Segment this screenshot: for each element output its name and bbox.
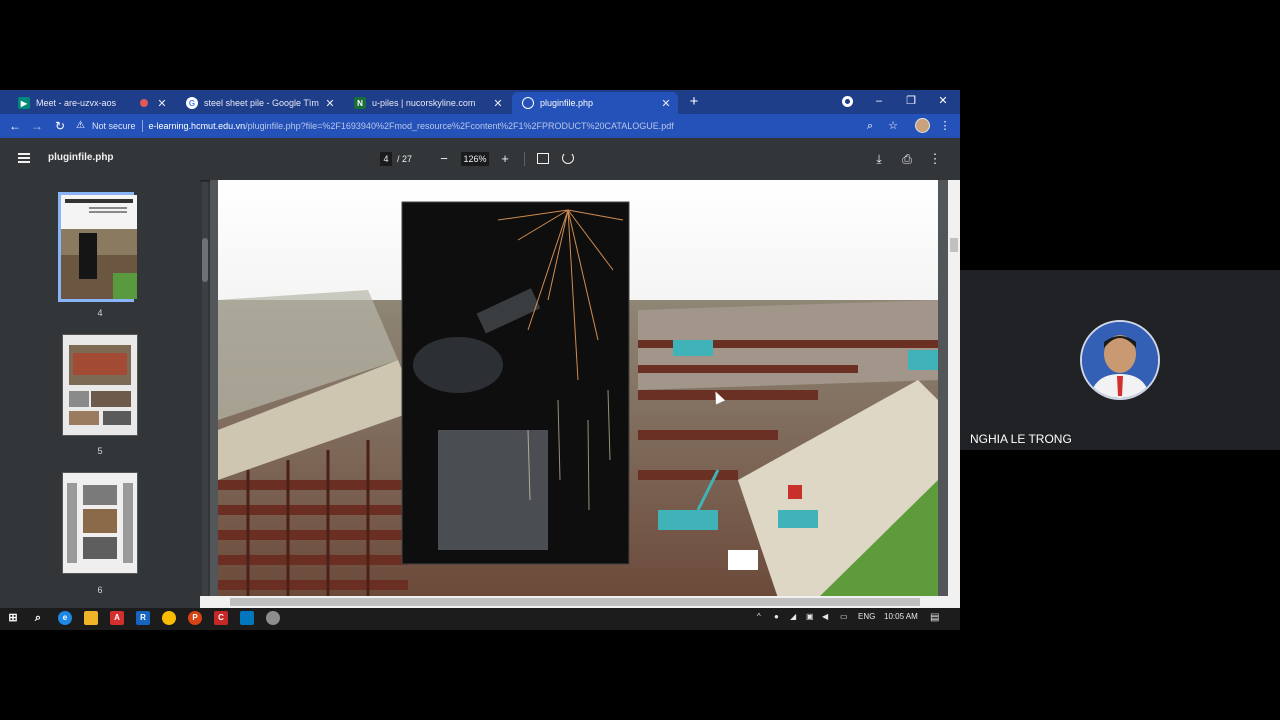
more-actions-icon[interactable]: ⋮: [927, 150, 943, 168]
tab-pluginfile[interactable]: pluginfile.php ✕: [512, 92, 678, 114]
screen: ▶ Meet - are-uzvx-aos ✕ G steel sheet pi…: [0, 0, 1280, 720]
zoom-out-button[interactable]: −: [436, 150, 452, 168]
tab-title: u-piles | nucorskyline.com: [372, 98, 476, 108]
participant-photo: [1082, 322, 1158, 398]
nucor-icon: N: [354, 97, 366, 109]
battery-icon[interactable]: ▭: [840, 612, 848, 621]
back-button[interactable]: ←: [6, 117, 24, 135]
tab-strip: ▶ Meet - are-uzvx-aos ✕ G steel sheet pi…: [0, 90, 960, 114]
thumbnail-image: [63, 473, 137, 573]
browser-window: ▶ Meet - are-uzvx-aos ✕ G steel sheet pi…: [0, 90, 960, 608]
construction-site-photo: [218, 180, 938, 598]
recording-indicator-icon: [140, 99, 148, 107]
edge-icon[interactable]: e: [58, 611, 72, 625]
zoom-icon[interactable]: ⌕: [862, 117, 878, 135]
print-icon[interactable]: ⎙: [899, 150, 915, 168]
pdf-title: pluginfile.php: [48, 152, 114, 163]
participant-tile: NGHIA LE TRONG: [960, 270, 1280, 450]
close-tab-icon[interactable]: ✕: [660, 97, 672, 110]
file-explorer-icon[interactable]: [84, 611, 98, 625]
pdf-page: [218, 180, 938, 598]
participant-avatar: [1080, 320, 1160, 400]
tab-title: steel sheet pile - Google Tìm kiếm: [204, 98, 320, 108]
address-bar-row: ← → ↻ ⚠ Not secure e-learning.hcmut.edu.…: [0, 114, 960, 138]
google-meet-icon: ▶: [18, 97, 30, 109]
url-path: /pluginfile.php?file=%2F1693940%2Fmod_re…: [245, 121, 674, 131]
url-host: e-learning.hcmut.edu.vn: [148, 121, 246, 131]
windows-taskbar: ⊞ ⌕ e A R P C ^ ● ◢ ▣ ◀ ▭ ENG 10:05 AM ▤: [0, 608, 960, 630]
rotate-icon[interactable]: [562, 152, 574, 164]
fit-page-icon[interactable]: [537, 153, 549, 164]
participant-name: NGHIA LE TRONG: [970, 432, 1072, 446]
divider: [141, 120, 143, 132]
warning-icon[interactable]: ⚠: [76, 121, 86, 131]
security-label[interactable]: Not secure: [92, 121, 136, 131]
windows-start-icon[interactable]: ⊞: [6, 611, 20, 625]
pdf-toolbar: pluginfile.php 4 / 27 − 126% + ⤓ ⎙ ⋮: [0, 138, 960, 180]
tab-title: Meet - are-uzvx-aos: [36, 98, 117, 108]
address-bar[interactable]: ⚠ Not secure e-learning.hcmut.edu.vn /pl…: [76, 117, 910, 135]
search-icon[interactable]: ⌕: [31, 611, 45, 625]
new-tab-button[interactable]: +: [686, 93, 702, 111]
tab-nucor[interactable]: N u-piles | nucorskyline.com ✕: [344, 92, 510, 114]
thumbnail-page-6[interactable]: [62, 472, 138, 574]
microphone-icon[interactable]: ●: [774, 612, 779, 621]
clock[interactable]: 10:05 AM: [884, 612, 918, 621]
close-tab-icon[interactable]: ✕: [324, 97, 336, 110]
minimize-button[interactable]: –: [864, 90, 894, 112]
revit-icon[interactable]: R: [136, 611, 150, 625]
restore-button[interactable]: ❐: [896, 90, 926, 112]
tab-search-icon[interactable]: [842, 96, 853, 107]
zoom-level-input[interactable]: 126%: [461, 152, 489, 166]
chrome-menu-icon[interactable]: ⋮: [937, 117, 953, 135]
notifications-icon[interactable]: ▤: [930, 612, 939, 623]
tray-chevron-icon[interactable]: ^: [757, 612, 761, 621]
zoom-in-button[interactable]: +: [497, 150, 513, 168]
viewer-horizontal-scrollbar-thumb[interactable]: [230, 598, 920, 606]
calculator-icon[interactable]: [240, 611, 254, 625]
tab-meet[interactable]: ▶ Meet - are-uzvx-aos ✕: [8, 92, 174, 114]
page-total: / 27: [397, 154, 413, 164]
language-indicator[interactable]: ENG: [858, 612, 875, 621]
pdf-viewer[interactable]: [210, 180, 960, 598]
thumbnail-page-4[interactable]: [58, 192, 137, 302]
thumbnail-image: [61, 195, 137, 299]
app-c-icon[interactable]: C: [214, 611, 228, 625]
page-number-input[interactable]: 4: [380, 152, 392, 166]
volume-icon[interactable]: ◀: [822, 612, 828, 621]
google-icon: G: [186, 97, 198, 109]
download-icon[interactable]: ⤓: [871, 150, 887, 168]
close-tab-icon[interactable]: ✕: [156, 97, 168, 110]
chrome-active-icon[interactable]: [266, 611, 280, 625]
close-tab-icon[interactable]: ✕: [492, 97, 504, 110]
display-icon[interactable]: ▣: [806, 612, 814, 621]
tab-title: pluginfile.php: [540, 98, 594, 108]
thumbnail-sidebar: 4 5 6: [0, 180, 200, 608]
forward-button[interactable]: →: [28, 117, 46, 135]
profile-avatar[interactable]: [915, 118, 930, 133]
sidebar-scrollbar-thumb[interactable]: [202, 238, 208, 282]
tab-google-search[interactable]: G steel sheet pile - Google Tìm kiếm ✕: [176, 92, 342, 114]
bookmark-star-icon[interactable]: ☆: [885, 117, 901, 135]
thumbnail-image: [63, 335, 137, 435]
chrome-icon[interactable]: [162, 611, 176, 625]
network-icon[interactable]: ◢: [790, 612, 796, 621]
globe-icon: [522, 97, 534, 109]
powerpoint-icon[interactable]: P: [188, 611, 202, 625]
viewer-vertical-scrollbar-thumb[interactable]: [950, 238, 958, 252]
thumbnail-label: 5: [97, 446, 103, 456]
thumbnail-label: 6: [97, 585, 103, 595]
close-window-button[interactable]: ✕: [928, 90, 958, 112]
thumbnail-page-5[interactable]: [62, 334, 138, 436]
thumbnail-label: 4: [97, 308, 103, 318]
reload-button[interactable]: ↻: [51, 117, 69, 135]
toolbar-divider: [524, 152, 525, 166]
acrobat-icon[interactable]: A: [110, 611, 124, 625]
hamburger-menu-icon[interactable]: [18, 153, 30, 163]
